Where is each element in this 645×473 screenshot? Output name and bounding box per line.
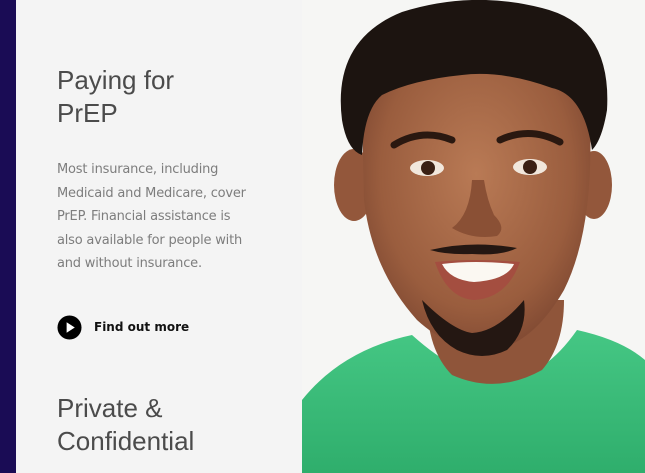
- section-title-paying-for-prep: Paying for PrEP: [57, 65, 175, 128]
- page-frame: Paying for PrEP Most insurance, includin…: [0, 0, 645, 473]
- find-out-more-label: Find out more: [94, 320, 190, 334]
- find-out-more-link[interactable]: Find out more: [57, 314, 189, 340]
- content-panel: Paying for PrEP Most insurance, includin…: [16, 0, 302, 473]
- section-title-private-confidential: Private & Confidential: [57, 393, 195, 456]
- section-body-paying-for-prep: Most insurance, including Medicaid and M…: [57, 162, 246, 272]
- play-circle-icon: [57, 314, 82, 340]
- hero-photo: [302, 0, 645, 473]
- portrait-illustration: [302, 0, 645, 473]
